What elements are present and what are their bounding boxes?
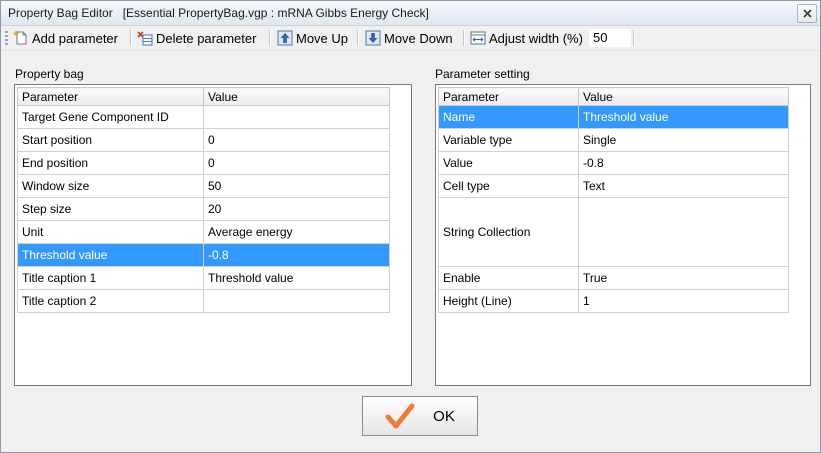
table-row[interactable]: EnableTrue — [439, 267, 789, 290]
column-header-parameter[interactable]: Parameter — [439, 88, 579, 106]
toolbar-separator — [633, 30, 634, 46]
window-title: Property Bag Editor [Essential PropertyB… — [8, 6, 429, 20]
value-cell[interactable]: 1 — [579, 290, 789, 313]
toolbar-grip[interactable] — [5, 31, 8, 45]
table-row[interactable]: UnitAverage energy — [18, 221, 390, 244]
value-cell[interactable]: Text — [579, 175, 789, 198]
value-cell[interactable]: Single — [579, 129, 789, 152]
parameter-cell[interactable]: Title caption 2 — [18, 290, 204, 313]
toolbar-separator — [130, 30, 131, 46]
parameter-cell[interactable]: Start position — [18, 129, 204, 152]
table-row[interactable]: Step size20 — [18, 198, 390, 221]
table-row[interactable]: Title caption 2 — [18, 290, 390, 313]
add-document-icon — [13, 30, 29, 46]
value-cell[interactable] — [204, 290, 390, 313]
parameter-cell[interactable]: String Collection — [439, 198, 579, 267]
toolbar: Add parameter Delete parameter Move Up — [1, 26, 820, 51]
property-bag-editor-window: Property Bag Editor [Essential PropertyB… — [0, 0, 821, 453]
toolbar-separator — [269, 30, 270, 46]
value-cell[interactable]: Threshold value — [204, 267, 390, 290]
parameter-cell[interactable]: Enable — [439, 267, 579, 290]
ok-button[interactable]: OK — [362, 396, 478, 436]
delete-parameter-label: Delete parameter — [156, 31, 256, 46]
parameter-cell[interactable]: Cell type — [439, 175, 579, 198]
table-row[interactable]: Cell typeText — [439, 175, 789, 198]
move-down-icon — [365, 30, 381, 46]
move-up-label: Move Up — [296, 31, 348, 46]
value-cell[interactable]: 0 — [204, 152, 390, 175]
parameter-cell[interactable]: Name — [439, 106, 579, 129]
toolbar-separator — [463, 30, 464, 46]
add-parameter-label: Add parameter — [32, 31, 118, 46]
table-row[interactable]: Variable typeSingle — [439, 129, 789, 152]
toolbar-separator — [357, 30, 358, 46]
value-cell[interactable]: -0.8 — [579, 152, 789, 175]
delete-rows-icon — [137, 30, 153, 46]
table-row[interactable]: String Collection — [439, 198, 789, 267]
parameter-cell[interactable]: Target Gene Component ID — [18, 106, 204, 129]
parameter-cell[interactable]: Variable type — [439, 129, 579, 152]
header-row: Parameter Value — [18, 88, 390, 106]
parameter-cell[interactable]: Window size — [18, 175, 204, 198]
parameter-cell[interactable]: Step size — [18, 198, 204, 221]
header-row: Parameter Value — [439, 88, 789, 106]
adjust-width-button[interactable]: Adjust width (%) — [470, 29, 583, 47]
parameter-cell[interactable]: Unit — [18, 221, 204, 244]
table-row-selected[interactable]: NameThreshold value — [439, 106, 789, 129]
move-up-button[interactable]: Move Up — [277, 29, 348, 47]
value-cell[interactable]: Average energy — [204, 221, 390, 244]
delete-parameter-button[interactable]: Delete parameter — [137, 29, 256, 47]
parameter-cell[interactable]: End position — [18, 152, 204, 175]
value-cell[interactable] — [204, 106, 390, 129]
parameter-setting-table: Parameter Value NameThreshold value Vari… — [438, 87, 789, 313]
parameter-setting-grid[interactable]: Parameter Value NameThreshold value Vari… — [435, 84, 811, 386]
parameter-cell[interactable]: Height (Line) — [439, 290, 579, 313]
property-bag-group-label: Property bag — [15, 67, 84, 81]
table-row[interactable]: Window size50 — [18, 175, 390, 198]
value-cell[interactable]: -0.8 — [204, 244, 390, 267]
table-row[interactable]: Title caption 1Threshold value — [18, 267, 390, 290]
column-header-value[interactable]: Value — [204, 88, 390, 106]
table-row[interactable]: Value-0.8 — [439, 152, 789, 175]
move-down-button[interactable]: Move Down — [365, 29, 453, 47]
property-bag-table: Parameter Value Target Gene Component ID… — [17, 87, 390, 313]
table-row[interactable]: Start position0 — [18, 129, 390, 152]
title-bar[interactable]: Property Bag Editor [Essential PropertyB… — [1, 1, 820, 26]
move-down-label: Move Down — [384, 31, 453, 46]
value-cell[interactable]: 50 — [204, 175, 390, 198]
table-row[interactable]: Target Gene Component ID — [18, 106, 390, 129]
adjust-width-label: Adjust width (%) — [489, 31, 583, 46]
move-up-icon — [277, 30, 293, 46]
column-header-parameter[interactable]: Parameter — [18, 88, 204, 106]
parameter-setting-group-label: Parameter setting — [435, 67, 530, 81]
add-parameter-button[interactable]: Add parameter — [13, 29, 118, 47]
value-cell[interactable]: True — [579, 267, 789, 290]
table-row[interactable]: End position0 — [18, 152, 390, 175]
value-cell[interactable] — [579, 198, 789, 267]
value-cell[interactable]: 20 — [204, 198, 390, 221]
adjust-width-icon — [470, 30, 486, 46]
table-row-selected[interactable]: Threshold value-0.8 — [18, 244, 390, 267]
parameter-cell[interactable]: Title caption 1 — [18, 267, 204, 290]
parameter-cell[interactable]: Value — [439, 152, 579, 175]
column-header-value[interactable]: Value — [579, 88, 789, 106]
checkmark-icon — [385, 403, 415, 429]
table-row[interactable]: Height (Line)1 — [439, 290, 789, 313]
value-cell[interactable]: 0 — [204, 129, 390, 152]
property-bag-grid[interactable]: Parameter Value Target Gene Component ID… — [14, 84, 412, 386]
ok-label: OK — [433, 408, 455, 425]
value-cell[interactable]: Threshold value — [579, 106, 789, 129]
parameter-cell[interactable]: Threshold value — [18, 244, 204, 267]
close-button[interactable] — [797, 4, 817, 23]
close-icon — [803, 9, 812, 18]
adjust-width-input[interactable] — [589, 29, 631, 47]
